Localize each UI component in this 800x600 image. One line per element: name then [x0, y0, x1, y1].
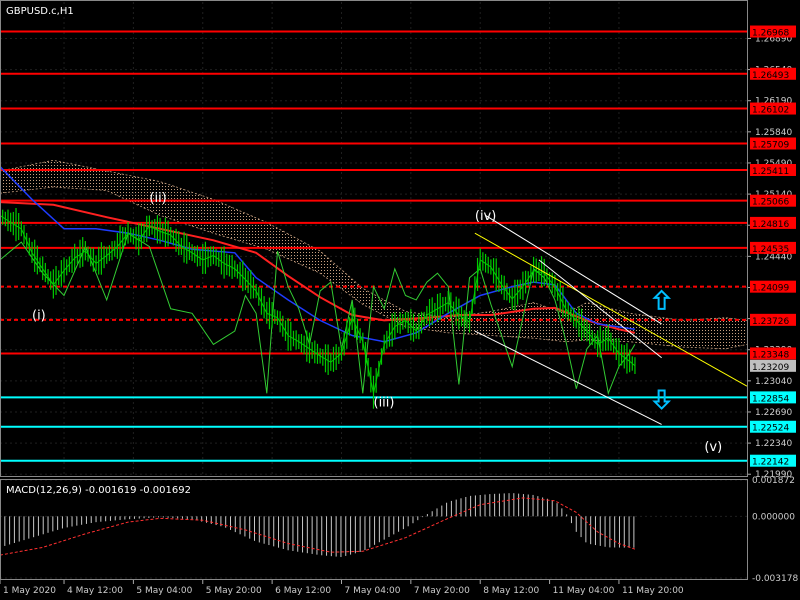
- red-level-label-10: 1.23348: [752, 350, 789, 360]
- red-level-label-5: 1.25066: [752, 198, 789, 208]
- red-level-label-7: 1.24535: [752, 245, 789, 255]
- macd-axis-label-1: 0.000000: [752, 512, 795, 522]
- red-level-label-1: 1.26493: [752, 71, 789, 81]
- red-level-label-0: 1.26968: [752, 29, 789, 39]
- time-label-5: 7 May 04:00: [344, 586, 400, 596]
- cyan-level-label-0: 1.22854: [752, 394, 789, 404]
- time-label-4: 6 May 12:00: [275, 586, 331, 596]
- current-price-label: 1.23209: [752, 363, 789, 373]
- red-level-label-6: 1.24816: [752, 220, 789, 230]
- red-level-label-9: 1.23726: [752, 317, 789, 327]
- wave-label-2: (iii): [374, 396, 395, 411]
- red-level-label-4: 1.25411: [752, 167, 789, 177]
- macd-axis-label-2: -0.003178: [752, 574, 798, 584]
- time-label-0: 1 May 2020: [3, 586, 56, 596]
- red-level-label-3: 1.25709: [752, 140, 789, 150]
- chart-background: [0, 0, 800, 600]
- cyan-level-label-1: 1.22524: [752, 424, 789, 434]
- wave-label-4: (v): [704, 440, 722, 455]
- cyan-level-label-2: 1.22142: [752, 458, 789, 468]
- red-level-label-2: 1.26102: [752, 106, 789, 116]
- trading-chart[interactable]: (i)(ii)(iii)(iv)(v) 1.268901.265401.2619…: [0, 0, 800, 600]
- main-chart-title: GBPUSD.c,H1: [6, 6, 74, 17]
- time-label-6: 7 May 20:00: [414, 586, 470, 596]
- wave-label-1: (ii): [149, 191, 166, 206]
- axis-tick-label-12: 1.22690: [755, 408, 792, 418]
- macd-axis-label-0: 0.001872: [752, 476, 795, 486]
- time-label-7: 8 May 12:00: [483, 586, 539, 596]
- axis-tick-label-11: 1.23040: [755, 377, 792, 387]
- macd-title: MACD(12,26,9) -0.001619 -0.001692: [6, 485, 191, 496]
- red-level-label-8: 1.24099: [752, 284, 789, 294]
- time-label-9: 11 May 20:00: [622, 586, 684, 596]
- time-label-3: 5 May 20:00: [206, 586, 262, 596]
- time-label-2: 5 May 04:00: [136, 586, 192, 596]
- wave-label-3: (iv): [475, 209, 496, 224]
- wave-label-0: (i): [32, 308, 46, 323]
- axis-tick-label-3: 1.25840: [755, 128, 792, 138]
- time-label-1: 4 May 12:00: [67, 586, 123, 596]
- axis-tick-label-13: 1.22340: [755, 439, 792, 449]
- time-label-8: 11 May 04:00: [553, 586, 615, 596]
